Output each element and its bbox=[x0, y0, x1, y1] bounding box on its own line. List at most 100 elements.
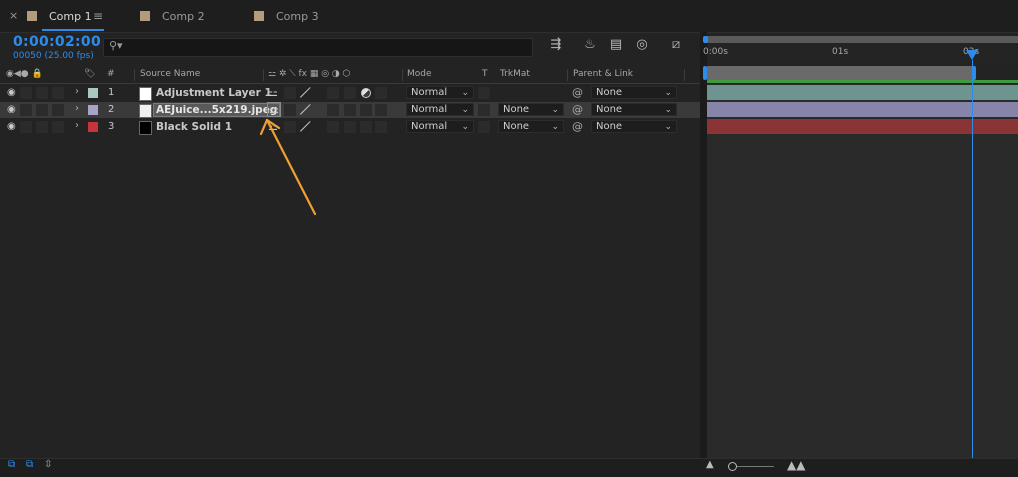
work-area-start-handle[interactable] bbox=[703, 66, 707, 80]
motion-blur-icon[interactable]: ◎ bbox=[632, 37, 652, 55]
blend-mode-dropdown[interactable]: Normal ⌄ bbox=[406, 103, 474, 116]
3d-layer-switch[interactable] bbox=[375, 87, 387, 99]
layer-column-header: ◉◀● 🔒 🏷 # Source Name ⚍ ✲ ⟍ fx ▦ ◎ ◑ ⬡ M… bbox=[0, 67, 700, 84]
layer-name[interactable]: Black Solid 1 bbox=[156, 121, 232, 133]
3d-layer-switch[interactable] bbox=[375, 104, 387, 116]
visibility-eye-icon[interactable]: ◉ bbox=[7, 104, 16, 115]
layer-row[interactable]: ◉ › 2 AEJuice...5x219.jpeg ⚍ Normal ⌄ Non… bbox=[0, 102, 700, 118]
lock-toggle[interactable] bbox=[52, 87, 64, 99]
search-input[interactable] bbox=[103, 38, 533, 57]
tab-bar: × Comp 1 ≡ Comp 2 Comp 3 bbox=[0, 0, 1018, 33]
tab-comp-2[interactable]: Comp 2 bbox=[140, 0, 205, 32]
adjustment-layer-icon[interactable] bbox=[361, 88, 371, 98]
parent-pick-whip-icon[interactable]: @ bbox=[572, 120, 583, 133]
search-icon[interactable]: ⚲▾ bbox=[109, 39, 123, 52]
zoom-slider-track[interactable] bbox=[736, 466, 774, 467]
track-matte-dropdown[interactable]: None ⌄ bbox=[498, 103, 564, 116]
active-tab-indicator bbox=[42, 29, 104, 31]
parent-link-header[interactable]: Parent & Link bbox=[573, 69, 633, 79]
effects-switch[interactable] bbox=[327, 121, 339, 133]
time-navigator-start-handle[interactable] bbox=[703, 36, 708, 43]
frame-blend-switch[interactable] bbox=[344, 121, 356, 133]
lock-toggle[interactable] bbox=[52, 121, 64, 133]
layer-row[interactable]: ◉ › 1 Adjustment Layer 1 ⚍ Normal ⌄ @ Non… bbox=[0, 85, 700, 101]
av-features-header: ◉◀● 🔒 bbox=[6, 69, 43, 79]
tab-label: Comp 3 bbox=[276, 9, 319, 23]
composition-flowchart-icon[interactable]: ⇶ bbox=[546, 37, 566, 55]
adjustment-layer-switch[interactable] bbox=[360, 121, 372, 133]
zoom-in-icon[interactable]: ▲▲ bbox=[787, 458, 805, 472]
solo-toggle[interactable] bbox=[36, 104, 48, 116]
playhead-line[interactable] bbox=[972, 60, 973, 458]
work-area-bar[interactable] bbox=[707, 66, 975, 80]
layer-name[interactable]: Adjustment Layer 1 bbox=[156, 87, 272, 99]
mode-header[interactable]: Mode bbox=[407, 69, 432, 79]
tab-label: Comp 1 bbox=[49, 9, 92, 23]
track-matte-t-header[interactable]: T bbox=[482, 69, 488, 79]
track-matte-dropdown[interactable]: None ⌄ bbox=[498, 120, 564, 133]
audio-toggle[interactable] bbox=[20, 104, 32, 116]
preserve-transparency-toggle[interactable] bbox=[478, 87, 490, 99]
tab-comp-1[interactable]: Comp 1 bbox=[27, 0, 92, 32]
parent-dropdown[interactable]: None ⌄ bbox=[591, 86, 677, 99]
composition-icon bbox=[254, 11, 264, 21]
parent-dropdown[interactable]: None ⌄ bbox=[591, 120, 677, 133]
expand-chevron-icon[interactable]: › bbox=[75, 103, 79, 114]
label-color-swatch[interactable] bbox=[88, 122, 98, 132]
collapse-switch[interactable] bbox=[284, 87, 296, 99]
frame-blend-switch[interactable] bbox=[344, 87, 356, 99]
close-tab-icon[interactable]: × bbox=[9, 9, 18, 22]
layer-row[interactable]: ◉ › 3 Black Solid 1 ⚍ Normal ⌄ None ⌄ @ No… bbox=[0, 119, 700, 135]
panel-menu-icon[interactable]: ≡ bbox=[93, 9, 103, 23]
blend-mode-dropdown[interactable]: Normal ⌄ bbox=[406, 86, 474, 99]
blend-mode-dropdown[interactable]: Normal ⌄ bbox=[406, 120, 474, 133]
visibility-eye-icon[interactable]: ◉ bbox=[7, 121, 16, 132]
trkmat-header[interactable]: TrkMat bbox=[500, 69, 530, 79]
3d-layer-switch[interactable] bbox=[375, 121, 387, 133]
visibility-eye-icon[interactable]: ◉ bbox=[7, 87, 16, 98]
source-type-swatch bbox=[139, 87, 152, 101]
parent-pick-whip-icon[interactable]: @ bbox=[572, 86, 583, 99]
preserve-transparency-toggle[interactable] bbox=[478, 121, 490, 133]
layer-number: 2 bbox=[108, 104, 115, 115]
parent-dropdown[interactable]: None ⌄ bbox=[591, 103, 677, 116]
tab-comp-3[interactable]: Comp 3 bbox=[254, 0, 319, 32]
composition-icon bbox=[140, 11, 150, 21]
toggle-switches-icon[interactable]: ⧉ bbox=[8, 459, 15, 470]
shy-switch-icon[interactable]: ⚍ bbox=[268, 86, 278, 99]
panel-divider[interactable] bbox=[700, 32, 707, 458]
tab-label: Comp 2 bbox=[162, 9, 205, 23]
shy-layers-icon[interactable]: ♨ bbox=[580, 37, 600, 55]
lock-toggle[interactable] bbox=[52, 104, 64, 116]
parent-pick-whip-icon[interactable]: @ bbox=[572, 103, 583, 116]
solo-toggle[interactable] bbox=[36, 87, 48, 99]
frame-count-display: 00050 (25.00 fps) bbox=[13, 51, 94, 61]
effects-switch[interactable] bbox=[327, 87, 339, 99]
frame-blend-switch[interactable] bbox=[344, 104, 356, 116]
toggle-modes-icon[interactable]: ⧉ bbox=[26, 459, 33, 470]
graph-editor-icon[interactable]: ⧄ bbox=[666, 37, 686, 55]
image-file-icon bbox=[139, 104, 152, 118]
expand-chevron-icon[interactable]: › bbox=[75, 120, 79, 131]
zoom-out-icon[interactable]: ▲ bbox=[706, 459, 714, 470]
preserve-transparency-toggle[interactable] bbox=[478, 104, 490, 116]
time-navigator-bar[interactable] bbox=[704, 36, 1018, 43]
layer-number-header: # bbox=[107, 69, 115, 79]
adjustment-layer-switch[interactable] bbox=[360, 104, 372, 116]
label-color-swatch[interactable] bbox=[88, 88, 98, 98]
quality-switch-icon[interactable] bbox=[300, 88, 312, 98]
annotation-arrow bbox=[259, 118, 317, 216]
effects-switch[interactable] bbox=[327, 104, 339, 116]
current-time-display[interactable]: 0:00:02:00 bbox=[13, 34, 101, 50]
playhead-handle[interactable] bbox=[966, 50, 978, 60]
layer-number: 1 bbox=[108, 87, 115, 98]
label-color-swatch[interactable] bbox=[88, 105, 98, 115]
render-time-icon[interactable]: ⇳ bbox=[44, 459, 52, 470]
expand-chevron-icon[interactable]: › bbox=[75, 86, 79, 97]
zoom-slider-knob[interactable] bbox=[728, 462, 737, 471]
audio-toggle[interactable] bbox=[20, 87, 32, 99]
audio-toggle[interactable] bbox=[20, 121, 32, 133]
solo-toggle[interactable] bbox=[36, 121, 48, 133]
frame-blending-icon[interactable]: ▤ bbox=[606, 37, 626, 55]
source-name-header[interactable]: Source Name bbox=[140, 69, 200, 79]
